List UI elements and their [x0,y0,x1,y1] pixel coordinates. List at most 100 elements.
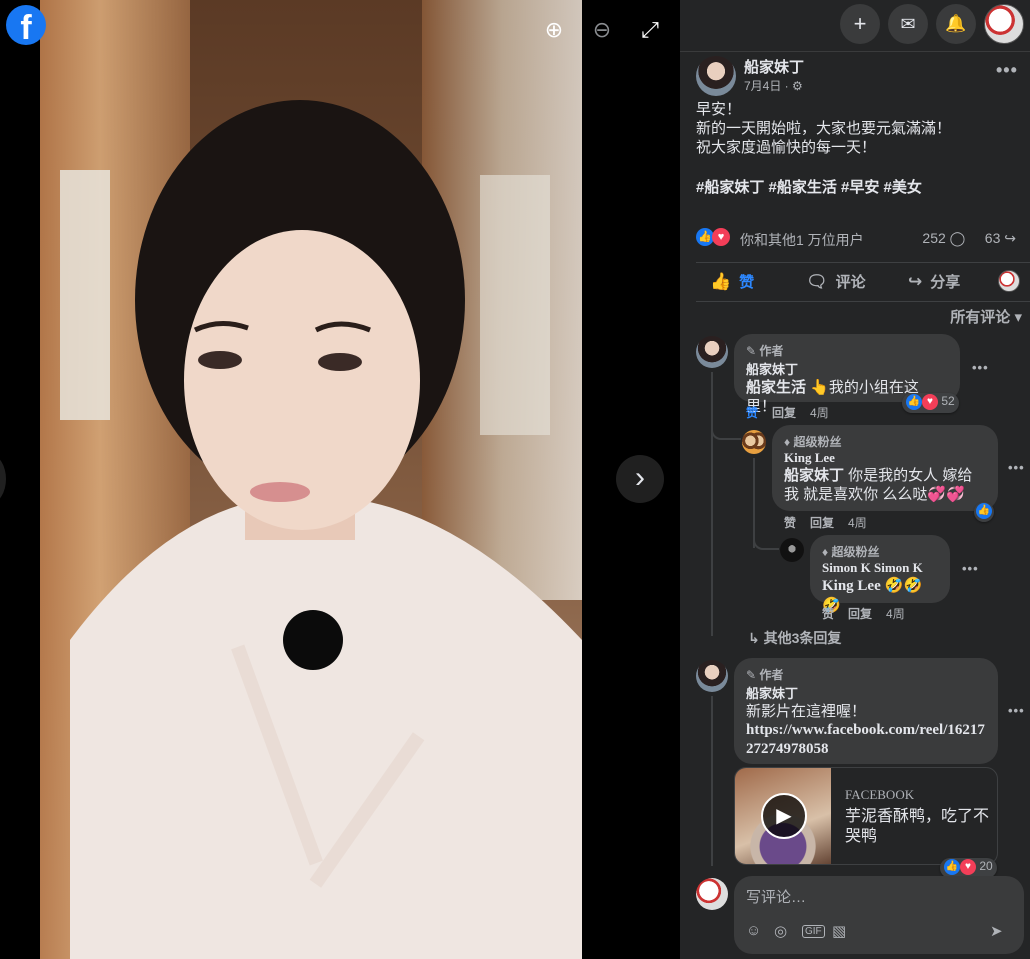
link-source: FACEBOOK [845,787,915,802]
comment-meta: 赞回复 4周 [784,514,881,531]
comment-time[interactable]: 4周 [810,406,829,420]
link-title[interactable]: 芋泥香酥鸭，吃了不哭鸭 [845,807,991,847]
share-button-label: 分享 [930,274,961,291]
mention-link[interactable]: 船家生活 [746,379,806,396]
commenter-avatar[interactable] [742,430,766,454]
top-fan-badge: ♦ 超级粉丝 [822,545,880,559]
comment-author[interactable]: 船家妹丁 [746,683,986,702]
post-options-icon[interactable]: ••• [996,60,1018,81]
comment-reaction-count: 52 [941,394,955,409]
top-bar: + ✉ 🔔 [680,0,1030,52]
comment-reply-link[interactable]: 回复 [772,406,796,420]
facebook-logo-icon[interactable]: f [6,5,46,45]
comment-like-link[interactable]: 赞 [822,607,834,621]
commenter-avatar[interactable] [780,538,804,562]
video-thumbnail[interactable]: ▶ [735,768,831,864]
commenter-avatar[interactable] [696,660,728,692]
notifications-icon[interactable]: 🔔 [936,4,976,44]
thread-line [711,696,713,866]
composer-avatar[interactable] [696,878,728,910]
engagement-counts: 252 ◯ 63 ↪ [922,230,1016,247]
comment-bubble: ✎ 作者 船家妹丁 船家生活 👆我的小组在这里！ [734,334,960,415]
comment-reply-link[interactable]: 回复 [848,607,872,621]
photo-subject [70,100,582,959]
thread-line [753,458,755,548]
comment-sort-dropdown[interactable]: 所有评论 ▾ [950,306,1022,327]
share-button[interactable]: ↪ 分享 [908,271,960,292]
thread-line [711,372,713,636]
face-shape [184,230,420,530]
author-avatar[interactable] [696,56,736,96]
post-photo[interactable] [40,0,582,959]
create-button[interactable]: + [840,4,880,44]
more-replies-link[interactable]: ↳ 其他3条回复 [748,628,841,648]
left-eye-shape [198,351,242,369]
send-icon[interactable]: ➤ [990,922,1003,940]
emoji-icon[interactable]: ☺ [746,922,761,939]
post-line: 早安！ [696,101,742,118]
account-avatar[interactable] [984,4,1024,44]
love-reaction-icon: ♥ [712,228,730,247]
comment-time[interactable]: 4周 [848,516,867,530]
comment-like-link[interactable]: 赞 [746,406,758,420]
post-header: 船家妹丁 7月4日 · ⚙ ••• [696,56,1018,100]
comment-button[interactable]: 🗨 评论 [806,271,866,292]
photo-theater: f ⊕ ⊖ ⤢ › + ✉ 🔔 船家妹丁 7月4日 · ⚙ ••• 早安！ 新的… [0,0,1030,959]
microphone-shape [283,610,343,670]
comment-like-link[interactable]: 赞 [784,516,796,530]
right-eye-shape [318,353,362,371]
comment-bubble: ♦ 超级粉丝 Simon K Simon K King Lee 🤣🤣🤣 [810,535,950,614]
comment-input[interactable]: 写评论… [746,886,806,907]
comment-options-icon[interactable]: ••• [1008,460,1025,475]
post-line: 祝大家度過愉快的每一天！ [696,139,877,156]
author-badge: ✎ 作者 [746,344,784,358]
comment-composer[interactable]: 写评论… ☺ ◎ GIF ▧ ➤ [734,876,1024,954]
post-date[interactable]: 7月4日 · ⚙ [744,77,803,94]
comment-link[interactable]: https://www.facebook.com/reel/1621727274… [746,721,986,759]
like-button-label: 赞 [739,274,755,291]
blouse-shape [70,500,582,959]
previous-photo-button[interactable] [0,455,6,503]
zoom-in-icon[interactable]: ⊕ [536,12,572,48]
comment-author[interactable]: 船家妹丁 [746,359,948,378]
zoom-out-icon[interactable]: ⊖ [584,12,620,48]
camera-icon[interactable]: ◎ [774,922,787,940]
fullscreen-icon[interactable]: ⤢ [632,12,668,48]
post-author[interactable]: 船家妹丁 [744,56,804,77]
comment-options-icon[interactable]: ••• [1008,703,1025,718]
next-photo-button[interactable]: › [616,455,664,503]
messenger-icon[interactable]: ✉ [888,4,928,44]
comment-count[interactable]: 252 ◯ [922,230,965,246]
reactions-count[interactable]: 你和其他1 万位用户 [740,230,864,250]
gif-icon[interactable]: GIF [802,925,825,938]
mention-link[interactable]: 船家妹丁 [784,467,844,484]
comment-reply-link[interactable]: 回复 [810,516,834,530]
like-button[interactable]: 👍 赞 [710,271,754,292]
comment-time[interactable]: 4周 [886,607,905,621]
play-icon[interactable]: ▶ [761,793,807,839]
comment-body: 新影片在這裡喔！ [746,703,867,720]
reaction-identity-avatar[interactable] [998,270,1020,292]
post-line: 新的一天開始啦，大家也要元氣滿滿！ [696,120,952,137]
comment-button-label: 评论 [835,274,866,291]
comment-reactions[interactable]: 👍 [974,502,994,522]
share-count[interactable]: 63 ↪ [985,230,1016,246]
like-reaction-icon: 👍 [976,503,992,519]
reactions-summary[interactable]: 👍 ♥ 你和其他1 万位用户 252 ◯ 63 ↪ [696,228,1016,250]
thread-connector [711,428,741,440]
comment-author[interactable]: King Lee [784,450,986,466]
link-preview-card[interactable]: ▶ FACEBOOK 芋泥香酥鸭，吃了不哭鸭 [734,767,998,865]
love-reaction-icon: ♥ [960,859,976,875]
comment-bubble: ♦ 超级粉丝 King Lee 船家妹丁 你是我的女人 嫁给我 就是喜欢你 么么… [772,425,998,511]
comment-options-icon[interactable]: ••• [962,561,979,576]
sticker-icon[interactable]: ▧ [832,922,846,940]
comment-reactions[interactable]: 👍 ♥ 52 [902,393,959,413]
mention-link[interactable]: King Lee [822,578,881,594]
comment-bubble: ✎ 作者 船家妹丁 新影片在這裡喔！ https://www.facebook.… [734,658,998,764]
comment-reactions[interactable]: 👍 ♥ 20 [940,858,997,878]
post-text: 早安！ 新的一天開始啦，大家也要元氣滿滿！ 祝大家度過愉快的每一天！ [696,100,1016,157]
commenter-avatar[interactable] [696,336,728,368]
post-hashtags[interactable]: #船家妹丁 #船家生活 #早安 #美女 [696,176,922,197]
comment-author[interactable]: Simon K Simon K [822,560,938,576]
comment-options-icon[interactable]: ••• [972,360,989,375]
